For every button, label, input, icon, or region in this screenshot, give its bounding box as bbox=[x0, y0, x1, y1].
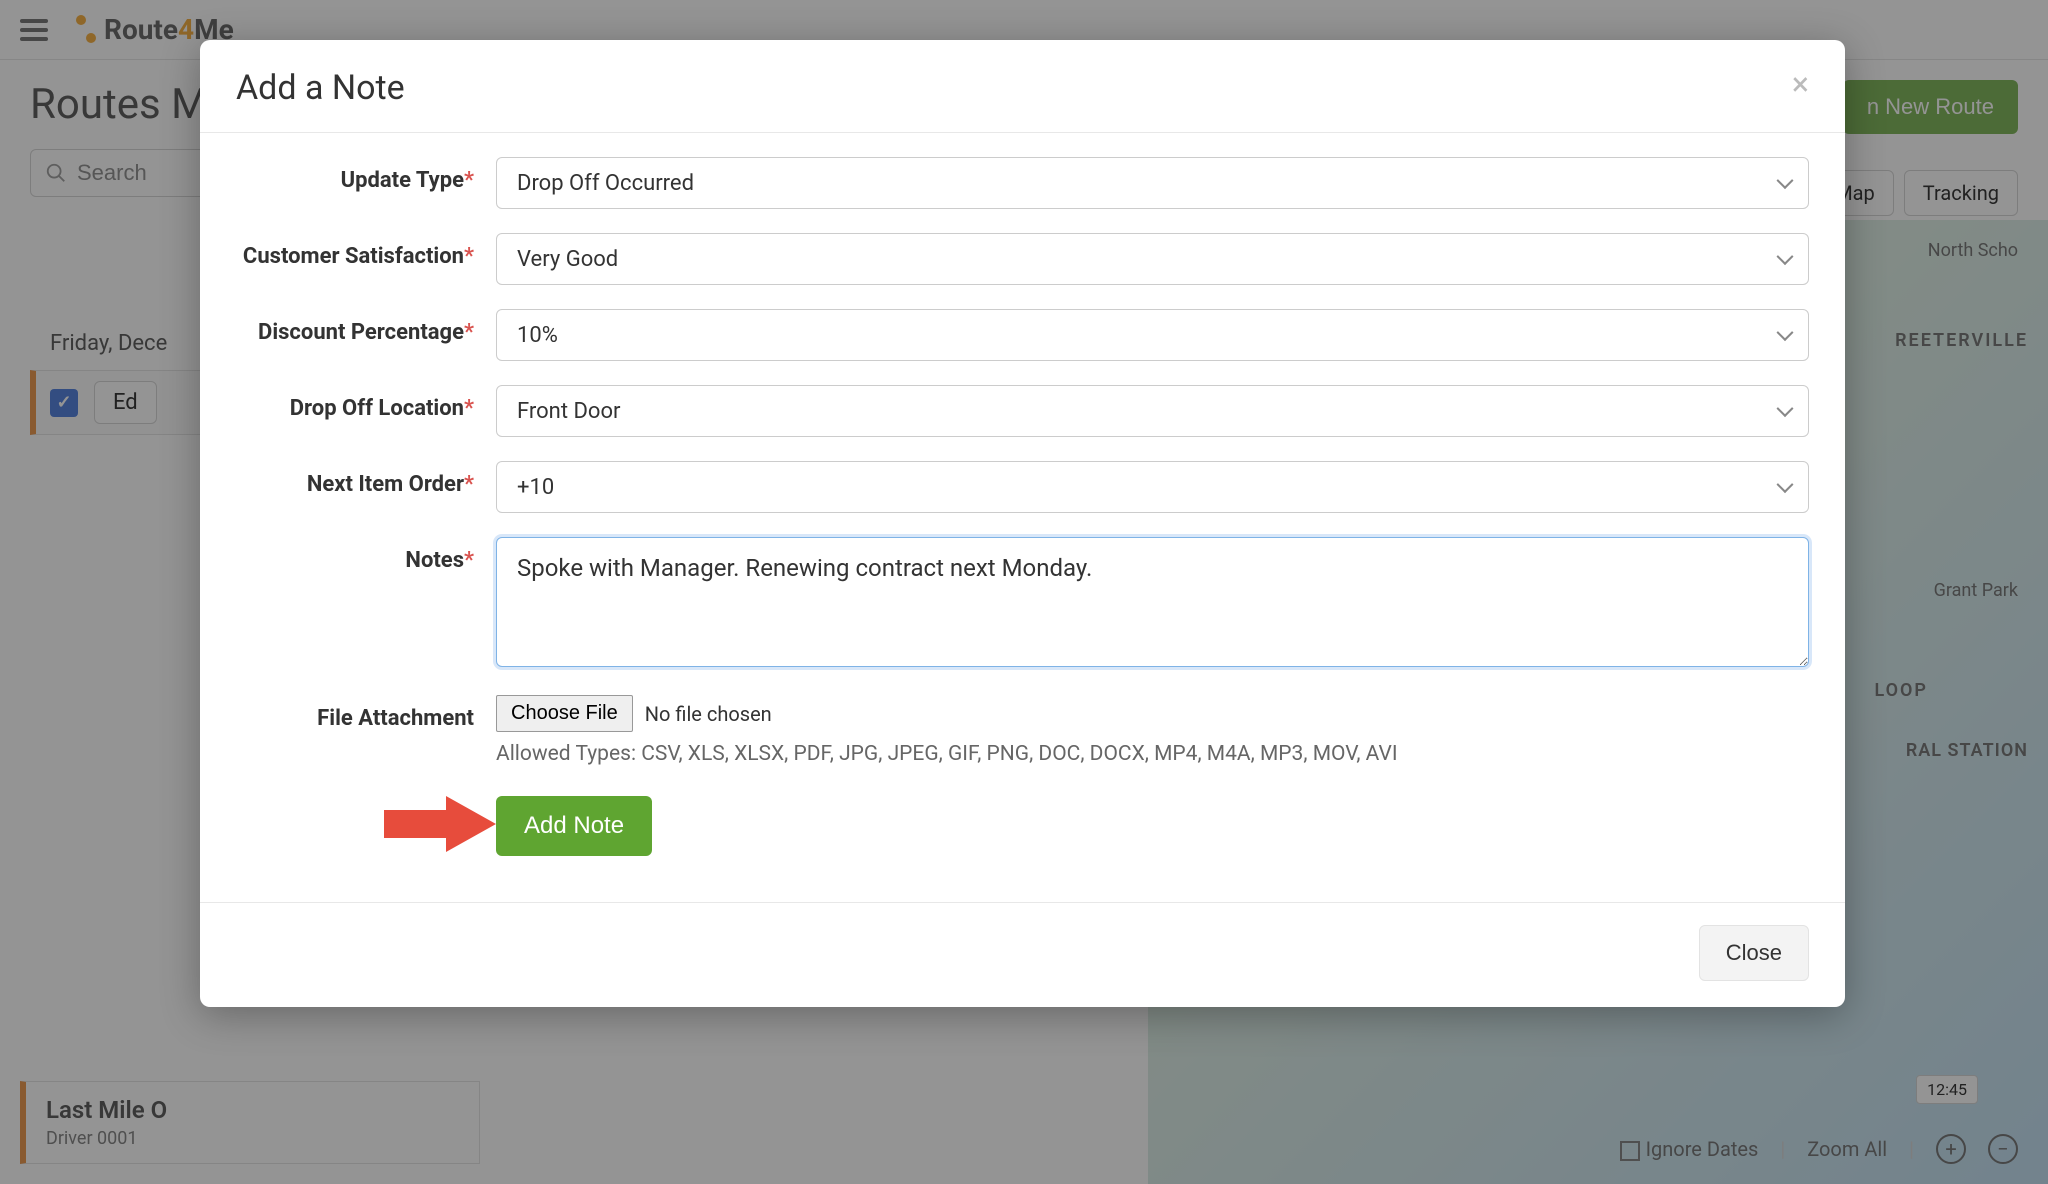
arrow-annotation-icon bbox=[384, 796, 496, 856]
update-type-select[interactable]: Drop Off Occurred bbox=[496, 157, 1809, 209]
label-update-type: Update Type* bbox=[236, 157, 496, 196]
file-status: No file chosen bbox=[645, 702, 772, 726]
close-icon[interactable]: × bbox=[1792, 68, 1809, 100]
modal-header: Add a Note × bbox=[200, 40, 1845, 133]
notes-textarea[interactable] bbox=[496, 537, 1809, 667]
modal-title: Add a Note bbox=[236, 68, 405, 108]
drop-off-location-select[interactable]: Front Door bbox=[496, 385, 1809, 437]
add-note-button[interactable]: Add Note bbox=[496, 796, 652, 856]
customer-satisfaction-select[interactable]: Very Good bbox=[496, 233, 1809, 285]
label-next-item-order: Next Item Order* bbox=[236, 461, 496, 500]
next-item-order-select[interactable]: +10 bbox=[496, 461, 1809, 513]
label-notes: Notes* bbox=[236, 537, 496, 576]
discount-percentage-select[interactable]: 10% bbox=[496, 309, 1809, 361]
label-customer-satisfaction: Customer Satisfaction* bbox=[236, 233, 496, 272]
label-file-attachment: File Attachment bbox=[236, 695, 496, 734]
choose-file-button[interactable]: Choose File bbox=[496, 695, 633, 732]
modal-footer: Close bbox=[200, 902, 1845, 1007]
modal-body: Update Type* Drop Off Occurred Customer … bbox=[200, 133, 1845, 902]
label-discount-percentage: Discount Percentage* bbox=[236, 309, 496, 348]
close-button[interactable]: Close bbox=[1699, 925, 1809, 981]
add-note-modal: Add a Note × Update Type* Drop Off Occur… bbox=[200, 40, 1845, 1007]
label-drop-off-location: Drop Off Location* bbox=[236, 385, 496, 424]
allowed-types-hint: Allowed Types: CSV, XLS, XLSX, PDF, JPG,… bbox=[496, 742, 1809, 766]
